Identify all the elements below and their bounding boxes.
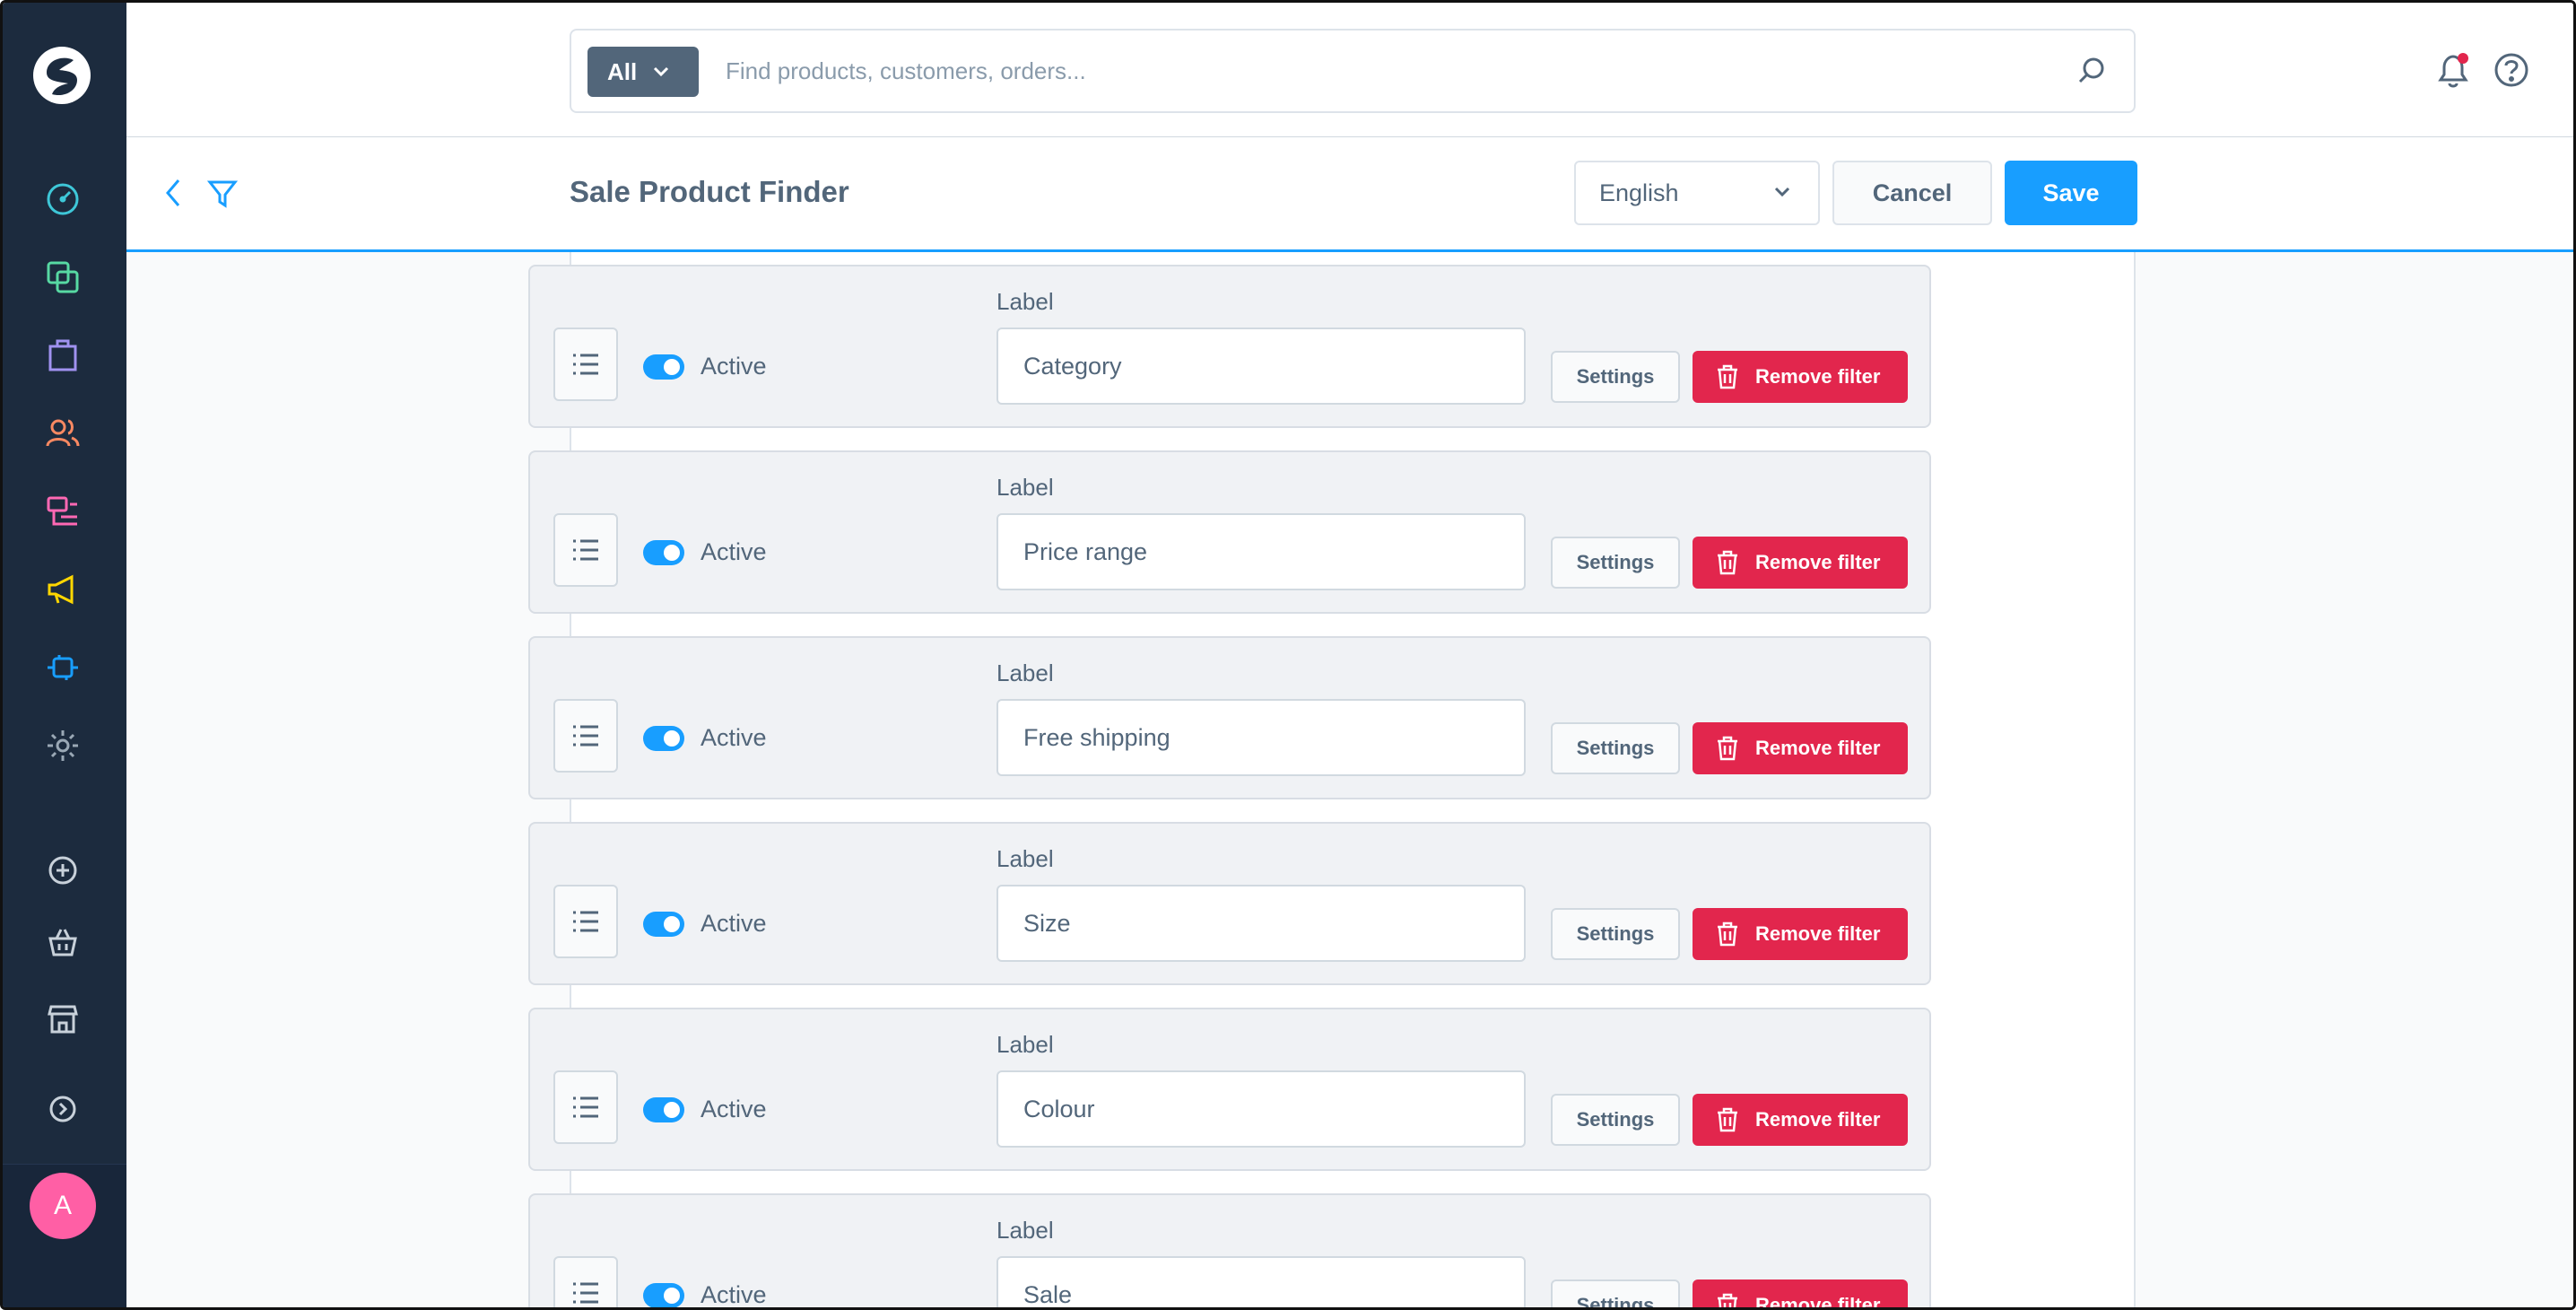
- top-bar: All Find products, customers, orders...: [126, 3, 2573, 137]
- catalogues-icon[interactable]: [42, 257, 83, 298]
- active-label: Active: [701, 353, 767, 380]
- remove-filter-button[interactable]: Remove filter: [1693, 1279, 1908, 1310]
- save-button[interactable]: Save: [2005, 161, 2137, 225]
- filter-funnel-icon: [206, 179, 239, 214]
- label-input[interactable]: Free shipping: [996, 699, 1526, 776]
- label-input[interactable]: Category: [996, 328, 1526, 405]
- label-field-caption: Label: [996, 845, 1054, 872]
- active-label: Active: [701, 538, 767, 565]
- chevron-down-icon: [1774, 187, 1790, 197]
- active-label: Active: [701, 1281, 767, 1308]
- search-scope-dropdown[interactable]: All: [587, 47, 699, 97]
- extensions-icon[interactable]: [42, 647, 83, 688]
- remove-filter-label: Remove filter: [1755, 1294, 1881, 1310]
- content-icon[interactable]: [42, 491, 83, 532]
- global-search[interactable]: All Find products, customers, orders...: [570, 29, 2136, 113]
- remove-filter-label: Remove filter: [1755, 365, 1881, 388]
- label-field-caption: Label: [996, 659, 1054, 686]
- marketing-icon[interactable]: [42, 569, 83, 610]
- filter-row: Active Label Size Settings Remove filter: [528, 822, 1931, 985]
- drag-handle-list-icon[interactable]: [553, 513, 618, 587]
- search-input[interactable]: Find products, customers, orders...: [726, 57, 1086, 85]
- remove-filter-label: Remove filter: [1755, 1108, 1881, 1131]
- filter-settings-button[interactable]: Settings: [1551, 351, 1680, 403]
- trash-icon: [1718, 1107, 1737, 1132]
- smart-bar: Sale Product Finder English Cancel Save: [126, 137, 2573, 252]
- drag-handle-list-icon[interactable]: [553, 328, 618, 401]
- filter-settings-button[interactable]: Settings: [1551, 908, 1680, 960]
- user-avatar[interactable]: A: [30, 1173, 96, 1239]
- help-icon[interactable]: [2493, 51, 2530, 93]
- trash-icon: [1718, 364, 1737, 389]
- storefront-basket-icon[interactable]: [42, 921, 83, 963]
- expand-sidebar-icon[interactable]: [42, 1088, 83, 1130]
- app-window: A All Find products, customers, orders..…: [0, 0, 2576, 1310]
- drag-handle-list-icon[interactable]: [553, 1256, 618, 1307]
- filter-row: Active Label Price range Settings Remove…: [528, 450, 1931, 614]
- active-toggle[interactable]: [643, 540, 684, 565]
- remove-filter-button[interactable]: Remove filter: [1693, 351, 1908, 403]
- filter-row: Active Label Free shipping Settings Remo…: [528, 636, 1931, 799]
- store-icon[interactable]: [42, 999, 83, 1040]
- filter-settings-button[interactable]: Settings: [1551, 722, 1680, 774]
- label-field-caption: Label: [996, 288, 1054, 315]
- language-select[interactable]: English: [1574, 161, 1820, 225]
- remove-filter-button[interactable]: Remove filter: [1693, 908, 1908, 960]
- active-label: Active: [701, 724, 767, 751]
- active-label: Active: [701, 910, 767, 937]
- label-input[interactable]: Size: [996, 885, 1526, 962]
- trash-icon: [1718, 921, 1737, 947]
- page-title: Sale Product Finder: [570, 175, 849, 208]
- drag-handle-list-icon[interactable]: [553, 699, 618, 773]
- remove-filter-button[interactable]: Remove filter: [1693, 1094, 1908, 1146]
- trash-icon: [1718, 550, 1737, 575]
- remove-filter-label: Remove filter: [1755, 922, 1881, 945]
- label-field-caption: Label: [996, 1217, 1054, 1244]
- sidebar: A: [3, 3, 126, 1307]
- trash-icon: [1718, 1293, 1737, 1307]
- notifications-bell-icon[interactable]: [2433, 51, 2473, 95]
- cancel-button[interactable]: Cancel: [1832, 161, 1992, 225]
- orders-icon[interactable]: [42, 335, 83, 376]
- back-arrow-icon[interactable]: [162, 177, 184, 214]
- filter-row: Active Label Sale Settings Remove filter: [528, 1193, 1931, 1310]
- drag-handle-list-icon[interactable]: [553, 885, 618, 958]
- active-toggle[interactable]: [643, 1097, 684, 1122]
- filter-settings-button[interactable]: Settings: [1551, 537, 1680, 589]
- active-toggle[interactable]: [643, 912, 684, 937]
- label-input[interactable]: Price range: [996, 513, 1526, 590]
- language-select-value: English: [1599, 179, 1679, 206]
- remove-filter-label: Remove filter: [1755, 551, 1881, 573]
- label-input[interactable]: Colour: [996, 1070, 1526, 1148]
- active-label: Active: [701, 1096, 767, 1122]
- label-input[interactable]: Sale: [996, 1256, 1526, 1307]
- remove-filter-button[interactable]: Remove filter: [1693, 537, 1908, 589]
- chevron-down-icon: [654, 66, 669, 77]
- label-field-caption: Label: [996, 474, 1054, 501]
- filter-settings-button[interactable]: Settings: [1551, 1279, 1680, 1307]
- active-toggle[interactable]: [643, 354, 684, 380]
- remove-filter-label: Remove filter: [1755, 737, 1881, 759]
- shopware-logo-icon[interactable]: [32, 46, 91, 105]
- search-scope-label: All: [607, 57, 638, 85]
- add-sales-channel-icon[interactable]: [42, 850, 83, 891]
- filter-row: Active Label Colour Settings Remove filt…: [528, 1008, 1931, 1171]
- label-field-caption: Label: [996, 1031, 1054, 1058]
- trash-icon: [1718, 736, 1737, 761]
- remove-filter-button[interactable]: Remove filter: [1693, 722, 1908, 774]
- filter-row: Active Label Category Settings Remove fi…: [528, 265, 1931, 428]
- filter-settings-button[interactable]: Settings: [1551, 1094, 1680, 1146]
- active-toggle[interactable]: [643, 1283, 684, 1307]
- dashboard-icon[interactable]: [42, 179, 83, 220]
- search-icon[interactable]: [2076, 56, 2107, 91]
- settings-icon[interactable]: [42, 725, 83, 766]
- customers-icon[interactable]: [42, 413, 83, 454]
- active-toggle[interactable]: [643, 726, 684, 751]
- drag-handle-list-icon[interactable]: [553, 1070, 618, 1144]
